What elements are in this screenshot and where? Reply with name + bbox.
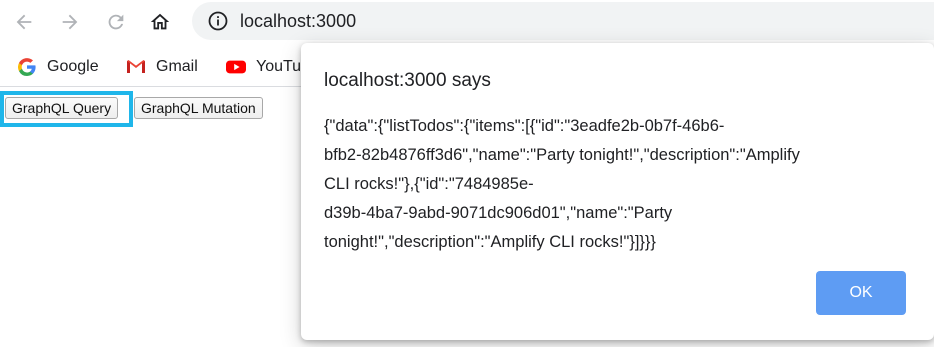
bookmark-google[interactable]: Google xyxy=(17,57,99,77)
alert-dialog: localhost:3000 says {"data":{"listTodos"… xyxy=(301,43,934,340)
graphql-mutation-button[interactable]: GraphQL Mutation xyxy=(134,97,263,119)
home-icon[interactable] xyxy=(148,10,172,34)
ok-button[interactable]: OK xyxy=(816,271,906,315)
address-bar[interactable]: localhost:3000 xyxy=(192,2,934,40)
info-icon[interactable] xyxy=(208,11,228,31)
bookmark-label: Gmail xyxy=(156,58,198,75)
google-icon xyxy=(17,57,37,77)
dialog-title: localhost:3000 says xyxy=(324,70,491,91)
dialog-message: {"data":{"listTodos":{"items":[{"id":"3e… xyxy=(324,117,800,251)
graphql-query-button[interactable]: GraphQL Query xyxy=(5,97,119,119)
bookmark-label: YouTu xyxy=(256,58,302,75)
address-url: localhost:3000 xyxy=(240,11,357,31)
bookmark-label: Google xyxy=(47,58,99,75)
reload-icon[interactable] xyxy=(104,10,128,34)
gmail-icon xyxy=(126,57,146,77)
back-arrow-icon[interactable] xyxy=(12,10,36,34)
bookmark-youtube[interactable]: YouTu xyxy=(226,57,301,77)
youtube-icon xyxy=(226,57,246,77)
browser-toolbar: localhost:3000 xyxy=(0,0,934,44)
forward-arrow-icon[interactable] xyxy=(58,10,82,34)
bookmark-gmail[interactable]: Gmail xyxy=(126,57,198,77)
